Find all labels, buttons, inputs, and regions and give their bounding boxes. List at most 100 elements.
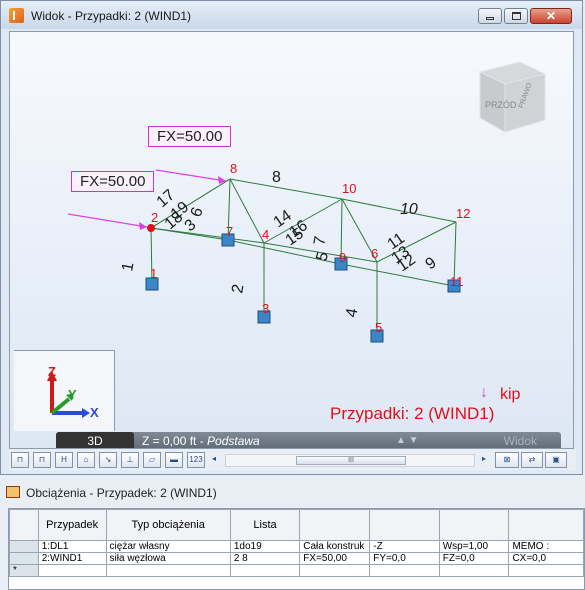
axis-x-label: X: [90, 405, 99, 420]
releases-icon[interactable]: ⊥: [121, 452, 139, 468]
col-header[interactable]: Przypadek: [37, 509, 107, 541]
selected-node-icon[interactable]: [147, 224, 155, 232]
member-line[interactable]: [229, 178, 265, 244]
view-button[interactable]: Widok: [504, 432, 537, 448]
table-row-new[interactable]: *: [9, 564, 584, 577]
table-cell[interactable]: Cała konstruk: [299, 540, 371, 553]
horizontal-scrollbar[interactable]: III: [225, 454, 475, 467]
table-cell[interactable]: 1:DL1: [37, 540, 107, 553]
load-unit-arrow-icon: ↓: [480, 384, 488, 401]
row-header[interactable]: [9, 540, 39, 553]
loads-icon[interactable]: ↘: [99, 452, 117, 468]
table-cell[interactable]: 1do19: [229, 540, 301, 553]
table-cell[interactable]: siła węzłowa: [105, 552, 231, 565]
node-numbers-icon[interactable]: ⊓: [11, 452, 29, 468]
table-cell[interactable]: Wsp=1,00: [438, 540, 510, 553]
axes-triad: Z Y X: [14, 350, 115, 431]
scroll-left-icon[interactable]: ◂: [207, 452, 221, 468]
member-numbers-icon[interactable]: ⊓: [33, 452, 51, 468]
table-cell[interactable]: [37, 564, 107, 577]
axis-z-label: Z: [48, 364, 56, 379]
table-cell[interactable]: 2 8: [229, 552, 301, 565]
node-label: 6: [371, 246, 378, 261]
node-label: 11: [450, 274, 464, 289]
table-cell[interactable]: [105, 564, 231, 577]
node-label: 10: [342, 181, 356, 196]
corner-cell[interactable]: [9, 509, 39, 541]
table-row[interactable]: 1:DL1 ciężar własny 1do19 Cała konstruk …: [9, 540, 584, 553]
view-cube[interactable]: PRZÓD PRAWO: [470, 52, 550, 145]
close-button[interactable]: ✕: [530, 8, 572, 24]
app-logo-icon: [9, 8, 24, 23]
title-bar[interactable]: Widok - Przypadki: 2 (WIND1) ✕: [1, 1, 582, 29]
col-header[interactable]: Lista: [229, 509, 301, 541]
scroll-right-icon[interactable]: ▸: [477, 452, 491, 468]
table-cell[interactable]: MEMO :: [508, 540, 584, 553]
table-cell[interactable]: [299, 564, 371, 577]
load-arrowhead: [139, 222, 147, 230]
loads-panel: Obciążenia - Przypadek: 2 (WIND1) Przypa…: [0, 478, 585, 590]
level-arrows-icon[interactable]: ▲ ▼: [396, 435, 419, 446]
member-line[interactable]: [229, 178, 343, 200]
scroll-thumb[interactable]: III: [296, 456, 406, 465]
member-label: 1: [119, 261, 137, 273]
maximize-button[interactable]: [504, 8, 528, 24]
z-level-selector[interactable]: Z = 0,00 ft - Podstawa: [142, 432, 260, 448]
node-label: 4: [262, 227, 269, 242]
table-cell[interactable]: [369, 564, 440, 577]
node-label: 12: [456, 206, 470, 221]
sections-icon[interactable]: H: [55, 452, 73, 468]
model-viewport[interactable]: 1 2 3 4 5 6 7 8 9 10 11 12 1 2 4 6 8 10 17 18 19 3 14 15 16 5 7 11…: [9, 31, 574, 449]
table-cell[interactable]: [229, 564, 301, 577]
table-icon: [6, 486, 20, 498]
load-arrow: [67, 213, 148, 228]
panels-icon[interactable]: ▬: [165, 452, 183, 468]
minimize-button[interactable]: [478, 8, 502, 24]
offsets-icon[interactable]: ▱: [143, 452, 161, 468]
table-row[interactable]: 2:WIND1 siła węzłowa 2 8 FX=50,00 FY=0,0…: [9, 552, 584, 565]
member-label: 5: [313, 250, 332, 263]
row-header[interactable]: [9, 552, 39, 565]
view-statusbar: 3D Z = 0,00 ft - Podstawa ▲ ▼ Widok: [56, 432, 561, 448]
node-label: 2: [151, 210, 158, 225]
col-header[interactable]: [369, 509, 440, 541]
table-cell[interactable]: FZ=0,0: [438, 552, 510, 565]
table-cell[interactable]: FY=0,0: [369, 552, 440, 565]
numbers-123-icon[interactable]: 123: [187, 452, 205, 468]
new-row-marker[interactable]: *: [9, 564, 39, 577]
load-label-node-2: FX=50.00: [71, 171, 155, 192]
table-cell[interactable]: CX=0,0: [508, 552, 584, 565]
node-label: 1: [150, 266, 157, 281]
table-cell[interactable]: [438, 564, 510, 577]
view-toolbar: ⊓ ⊓ H ⌂ ↘ ⊥ ▱ ▬ 123 ◂ III ▸ ⊠ ⇄ ▣: [9, 449, 576, 471]
axis-y-label: Y: [68, 387, 77, 402]
loads-table: Przypadek Typ obciążenia Lista 1:DL1 cię…: [9, 509, 584, 577]
load-unit-label: kip: [500, 386, 521, 403]
col-header[interactable]: [438, 509, 510, 541]
display-icon[interactable]: ⊠: [495, 452, 519, 468]
zoom-icon[interactable]: ⇄: [521, 452, 543, 468]
mode-3d-button[interactable]: 3D: [56, 432, 134, 448]
member-label: 8: [272, 169, 281, 186]
col-header[interactable]: [508, 509, 584, 541]
case-caption: Przypadki: 2 (WIND1): [330, 404, 495, 423]
print-icon[interactable]: ▣: [545, 452, 567, 468]
member-label: 9: [423, 254, 440, 273]
supports-icon[interactable]: ⌂: [77, 452, 95, 468]
table-cell[interactable]: -Z: [369, 540, 440, 553]
cube-front-label: PRZÓD: [485, 100, 517, 110]
load-label-node-8: FX=50.00: [148, 126, 232, 147]
node-label: 7: [226, 224, 233, 239]
table-cell[interactable]: ciężar własny: [105, 540, 231, 553]
table-cell[interactable]: 2:WIND1: [37, 552, 107, 565]
node-label: 5: [375, 320, 382, 335]
member-label: 10: [400, 201, 418, 218]
member-label: 7: [311, 235, 329, 247]
table-cell[interactable]: [508, 564, 584, 577]
loads-table-wrap[interactable]: Przypadek Typ obciążenia Lista 1:DL1 cię…: [8, 508, 585, 590]
col-header[interactable]: [299, 509, 371, 541]
col-header[interactable]: Typ obciążenia: [105, 509, 231, 541]
member-line[interactable]: [341, 198, 457, 223]
table-cell[interactable]: FX=50,00: [299, 552, 371, 565]
node-label: 9: [339, 250, 346, 265]
